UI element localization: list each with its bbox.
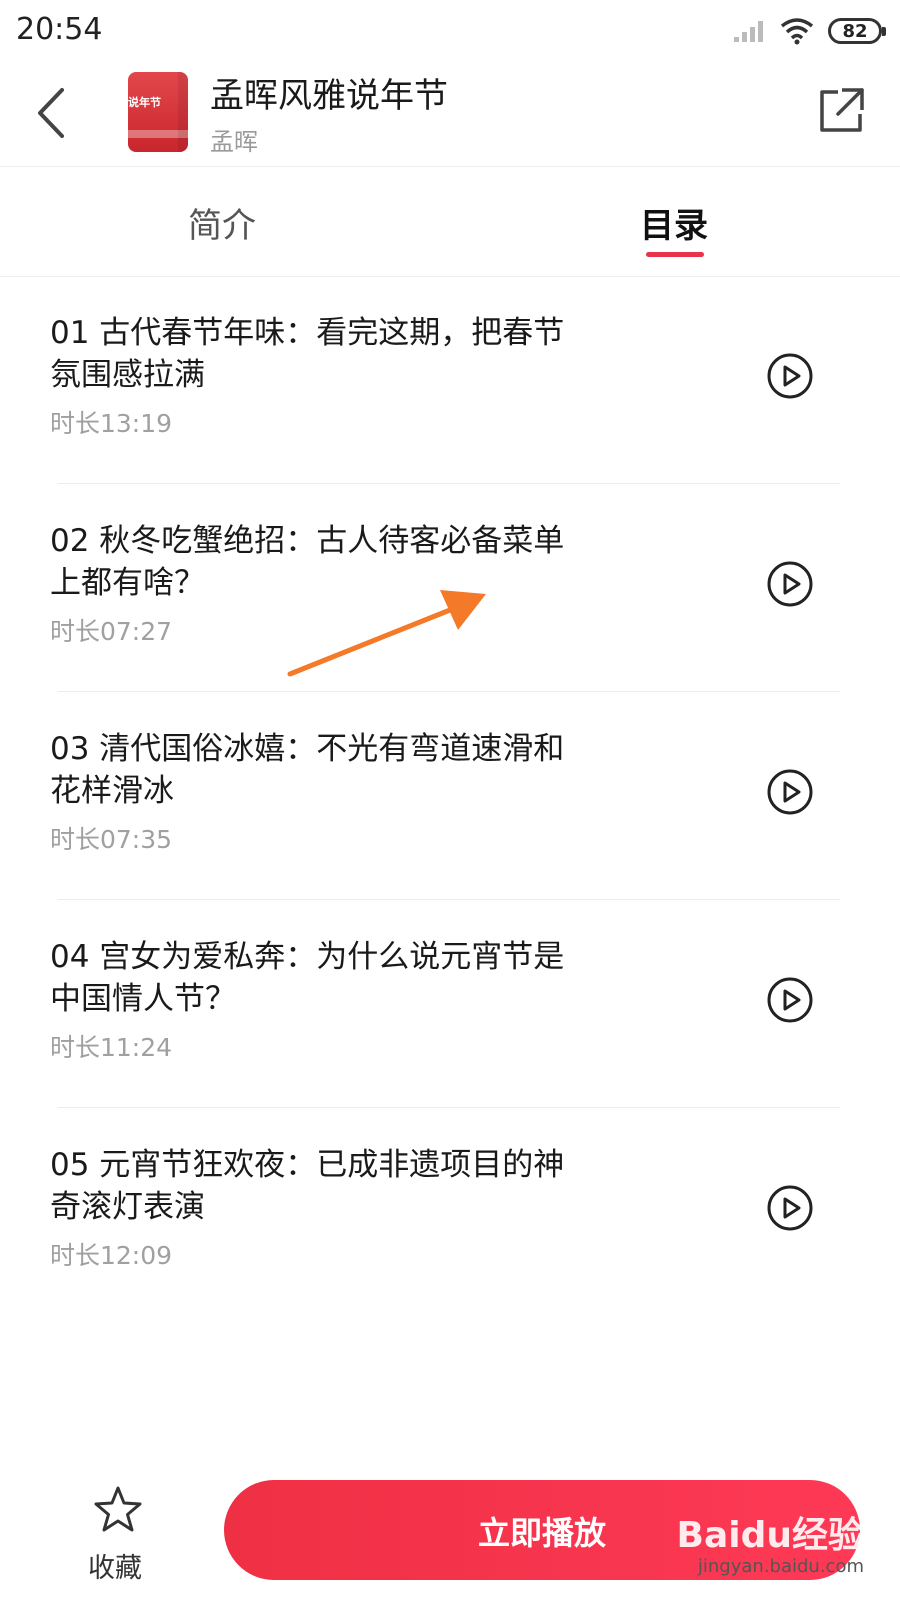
cover-spine	[178, 72, 188, 152]
episode-title[interactable]: 03 清代国俗冰嬉：不光有弯道速滑和花样滑冰	[50, 728, 590, 812]
favorite-label: 收藏	[88, 1553, 142, 1584]
album-header: 说年节 孟晖风雅说年节 孟晖	[0, 62, 900, 167]
annotation-arrow-icon	[287, 590, 486, 677]
episode-title[interactable]: 01 古代春节年味：看完这期，把春节氛围感拉满	[50, 312, 590, 396]
album-cover[interactable]: 说年节	[128, 72, 188, 152]
wifi-icon	[780, 18, 814, 45]
status-time: 20:54	[16, 12, 103, 47]
episode-duration: 时长07:27	[50, 617, 173, 646]
play-icon[interactable]	[766, 560, 814, 608]
signal-icon	[734, 21, 763, 42]
cover-title: 说年节	[128, 96, 161, 109]
list-item[interactable]: 04 宫女为爱私奔：为什么说元宵节是中国情人节？ 时长11:24	[0, 900, 900, 1108]
list-item[interactable]: 01 古代春节年味：看完这期，把春节氛围感拉满 时长13:19	[0, 276, 900, 484]
episode-title[interactable]: 04 宫女为爱私奔：为什么说元宵节是中国情人节？	[50, 936, 590, 1020]
play-icon[interactable]	[766, 1184, 814, 1232]
active-tab-indicator	[646, 252, 704, 257]
episode-duration: 时长13:19	[50, 409, 173, 438]
episode-title[interactable]: 05 元宵节狂欢夜：已成非遗项目的神奇滚灯表演	[50, 1144, 590, 1228]
play-icon[interactable]	[766, 352, 814, 400]
album-author[interactable]: 孟晖	[210, 122, 258, 157]
baidu-watermark: Baidu经验 jingyan.baidu.com	[677, 1506, 864, 1586]
tab-catalog[interactable]: 目录	[640, 198, 708, 247]
play-icon[interactable]	[766, 976, 814, 1024]
battery-level: 82	[842, 20, 868, 42]
tab-bar: 简介 目录	[0, 166, 900, 277]
list-item[interactable]: 03 清代国俗冰嬉：不光有弯道速滑和花样滑冰 时长07:35	[0, 692, 900, 900]
list-item[interactable]: 05 元宵节狂欢夜：已成非遗项目的神奇滚灯表演 时长12:09	[0, 1108, 900, 1316]
watermark-text: Baidu经验	[676, 1515, 864, 1556]
battery-indicator: 82	[828, 18, 886, 44]
share-icon[interactable]	[816, 86, 866, 136]
status-bar: 20:54 82	[0, 0, 900, 62]
episode-duration: 时长11:24	[50, 1033, 173, 1062]
back-button[interactable]	[30, 84, 80, 142]
episode-duration: 时长07:35	[50, 825, 173, 854]
album-title: 孟晖风雅说年节	[210, 76, 448, 116]
tab-intro[interactable]: 简介	[188, 198, 256, 247]
favorite-button[interactable]: 收藏	[78, 1484, 158, 1584]
watermark-url: jingyan.baidu.com	[697, 1556, 864, 1577]
play-icon[interactable]	[766, 768, 814, 816]
episode-duration: 时长12:09	[50, 1241, 173, 1270]
status-icons: 82	[732, 16, 886, 46]
star-icon	[94, 1486, 142, 1532]
